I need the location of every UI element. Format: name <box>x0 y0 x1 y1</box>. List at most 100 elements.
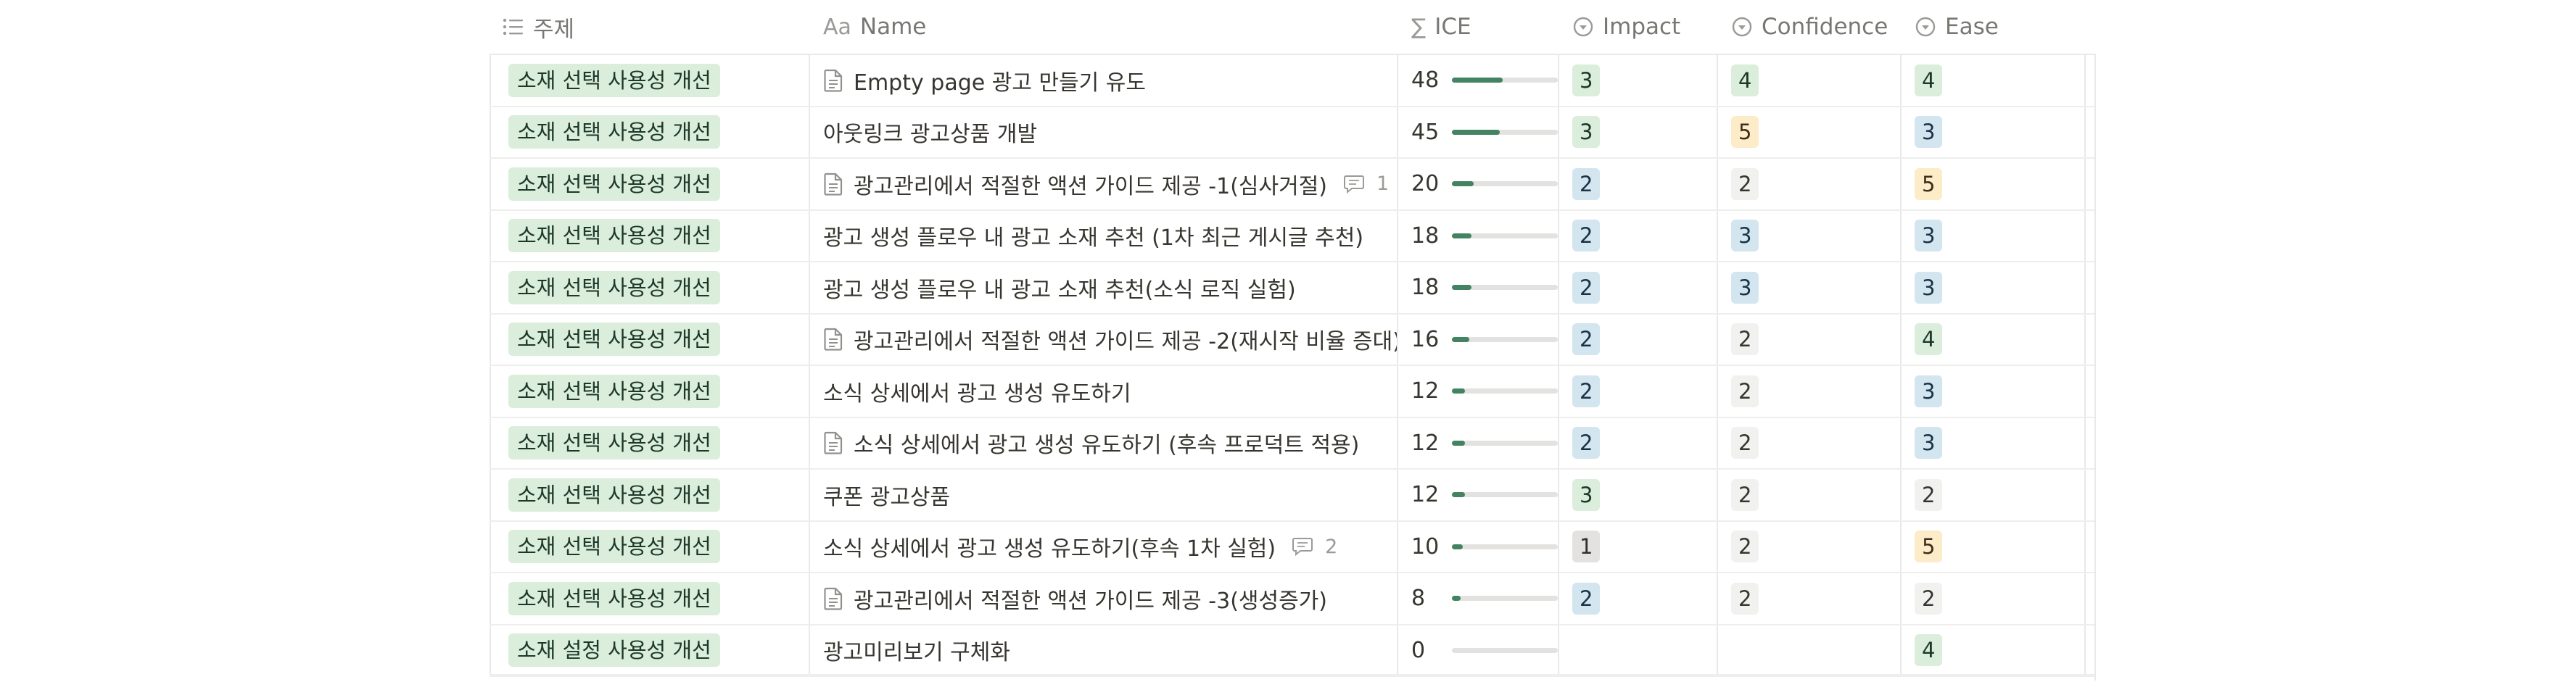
name-cell[interactable]: Empty page 광고 만들기 유도 <box>810 55 1398 106</box>
ease-cell[interactable]: 3 <box>1902 210 2086 261</box>
column-header-ice[interactable]: ∑ ICE <box>1398 0 1559 54</box>
ease-cell[interactable]: 4 <box>1902 55 2086 106</box>
ease-cell[interactable]: 5 <box>1902 159 2086 209</box>
table-row[interactable]: 소재 선택 사용성 개선 쿠폰 광고상품 12 3 2 2 <box>490 470 2094 522</box>
row-name[interactable]: Empty page 광고 만들기 유도 <box>823 65 1146 96</box>
topic-cell[interactable]: 소재 선택 사용성 개선 <box>490 314 810 365</box>
column-header-impact[interactable]: Impact <box>1559 0 1718 54</box>
impact-cell[interactable]: 3 <box>1559 107 1718 157</box>
topic-cell[interactable]: 소재 선택 사용성 개선 <box>490 470 810 520</box>
name-cell[interactable]: 아웃링크 광고상품 개발 <box>810 107 1398 157</box>
impact-cell[interactable]: 3 <box>1559 55 1718 106</box>
row-name[interactable]: 광고 생성 플로우 내 광고 소재 추천 (1차 최근 게시글 추천) <box>823 220 1363 251</box>
ice-cell[interactable]: 48 <box>1398 55 1559 106</box>
table-row[interactable]: 소재 선택 사용성 개선 광고관리에서 적절한 액션 가이드 제공 -3(생성증가… <box>490 573 2094 625</box>
ease-cell[interactable]: 3 <box>1902 262 2086 313</box>
impact-cell[interactable] <box>1559 625 1718 675</box>
topic-cell[interactable]: 소재 선택 사용성 개선 <box>490 55 810 106</box>
ice-cell[interactable]: 8 <box>1398 573 1559 624</box>
confidence-cell[interactable] <box>1718 625 1902 675</box>
row-name[interactable]: 광고 생성 플로우 내 광고 소재 추천(소식 로직 실험) <box>823 272 1296 304</box>
name-cell[interactable]: 광고관리에서 적절한 액션 가이드 제공 -3(생성증가) <box>810 573 1398 624</box>
confidence-cell[interactable]: 3 <box>1718 262 1902 313</box>
topic-cell[interactable]: 소재 선택 사용성 개선 <box>490 417 810 468</box>
table-row[interactable]: 소재 선택 사용성 개선 광고관리에서 적절한 액션 가이드 제공 -1(심사거절… <box>490 159 2094 211</box>
ice-cell[interactable]: 18 <box>1398 262 1559 313</box>
confidence-cell[interactable]: 2 <box>1718 366 1902 417</box>
ease-cell[interactable]: 2 <box>1902 573 2086 624</box>
ice-cell[interactable]: 45 <box>1398 107 1559 157</box>
table-row[interactable]: 소재 설정 사용성 개선 광고미리보기 구체화 0 4 <box>490 625 2094 677</box>
row-name[interactable]: 광고관리에서 적절한 액션 가이드 제공 -3(생성증가) <box>823 583 1327 615</box>
impact-cell[interactable]: 3 <box>1559 470 1718 520</box>
confidence-cell[interactable]: 2 <box>1718 314 1902 365</box>
row-name[interactable]: 소식 상세에서 광고 생성 유도하기 (후속 프로덕트 적용) <box>823 427 1359 459</box>
comment-count[interactable]: 2 <box>1292 536 1337 558</box>
name-cell[interactable]: 광고 생성 플로우 내 광고 소재 추천 (1차 최근 게시글 추천) <box>810 210 1398 261</box>
row-name[interactable]: 쿠폰 광고상품 <box>823 479 950 511</box>
column-header-ease[interactable]: Ease <box>1902 0 2086 54</box>
ice-cell[interactable]: 20 <box>1398 159 1559 209</box>
topic-cell[interactable]: 소재 선택 사용성 개선 <box>490 366 810 417</box>
topic-cell[interactable]: 소재 선택 사용성 개선 <box>490 210 810 261</box>
ease-cell[interactable]: 3 <box>1902 366 2086 417</box>
confidence-cell[interactable]: 2 <box>1718 573 1902 624</box>
impact-cell[interactable]: 2 <box>1559 573 1718 624</box>
topic-cell[interactable]: 소재 선택 사용성 개선 <box>490 573 810 624</box>
confidence-cell[interactable]: 4 <box>1718 55 1902 106</box>
confidence-cell[interactable]: 2 <box>1718 521 1902 572</box>
table-row[interactable]: 소재 선택 사용성 개선 광고관리에서 적절한 액션 가이드 제공 -2(재시작 … <box>490 314 2094 366</box>
name-cell[interactable]: 광고관리에서 적절한 액션 가이드 제공 -2(재시작 비율 증대) <box>810 314 1398 365</box>
ice-cell[interactable]: 10 <box>1398 521 1559 572</box>
name-cell[interactable]: 소식 상세에서 광고 생성 유도하기(후속 1차 실험) 2 <box>810 521 1398 572</box>
table-row[interactable]: 소재 선택 사용성 개선 소식 상세에서 광고 생성 유도하기 12 2 2 3 <box>490 366 2094 418</box>
confidence-cell[interactable]: 2 <box>1718 417 1902 468</box>
row-name[interactable]: 광고관리에서 적절한 액션 가이드 제공 -1(심사거절) 1 <box>823 168 1389 200</box>
ease-cell[interactable]: 3 <box>1902 417 2086 468</box>
impact-cell[interactable]: 2 <box>1559 210 1718 261</box>
table-row[interactable]: 소재 선택 사용성 개선 광고 생성 플로우 내 광고 소재 추천(소식 로직 실… <box>490 262 2094 315</box>
column-header-topic[interactable]: 주제 <box>490 0 810 54</box>
column-header-confidence[interactable]: Confidence <box>1718 0 1902 54</box>
row-name[interactable]: 소식 상세에서 광고 생성 유도하기 <box>823 375 1131 407</box>
impact-cell[interactable]: 1 <box>1559 521 1718 572</box>
ease-cell[interactable]: 5 <box>1902 521 2086 572</box>
table-row[interactable]: 소재 선택 사용성 개선 Empty page 광고 만들기 유도 48 3 4 4 <box>490 55 2094 107</box>
name-cell[interactable]: 쿠폰 광고상품 <box>810 470 1398 520</box>
table-row[interactable]: 소재 선택 사용성 개선 광고 생성 플로우 내 광고 소재 추천 (1차 최근 … <box>490 210 2094 262</box>
impact-cell[interactable]: 2 <box>1559 262 1718 313</box>
ice-cell[interactable]: 16 <box>1398 314 1559 365</box>
name-cell[interactable]: 광고 생성 플로우 내 광고 소재 추천(소식 로직 실험) <box>810 262 1398 313</box>
topic-cell[interactable]: 소재 설정 사용성 개선 <box>490 625 810 675</box>
topic-cell[interactable]: 소재 선택 사용성 개선 <box>490 159 810 209</box>
row-name[interactable]: 광고관리에서 적절한 액션 가이드 제공 -2(재시작 비율 증대) <box>823 323 1397 355</box>
row-name[interactable]: 아웃링크 광고상품 개발 <box>823 116 1037 148</box>
ice-cell[interactable]: 12 <box>1398 366 1559 417</box>
name-cell[interactable]: 광고관리에서 적절한 액션 가이드 제공 -1(심사거절) 1 <box>810 159 1398 209</box>
confidence-cell[interactable]: 3 <box>1718 210 1902 261</box>
impact-cell[interactable]: 2 <box>1559 159 1718 209</box>
topic-cell[interactable]: 소재 선택 사용성 개선 <box>490 262 810 313</box>
ease-cell[interactable]: 3 <box>1902 107 2086 157</box>
row-name[interactable]: 광고미리보기 구체화 <box>823 634 1010 666</box>
topic-cell[interactable]: 소재 선택 사용성 개선 <box>490 521 810 572</box>
table-row[interactable]: 소재 선택 사용성 개선 소식 상세에서 광고 생성 유도하기 (후속 프로덕트 … <box>490 417 2094 470</box>
confidence-cell[interactable]: 2 <box>1718 470 1902 520</box>
name-cell[interactable]: 소식 상세에서 광고 생성 유도하기 (후속 프로덕트 적용) <box>810 417 1398 468</box>
ice-cell[interactable]: 12 <box>1398 417 1559 468</box>
name-cell[interactable]: 광고미리보기 구체화 <box>810 625 1398 675</box>
impact-cell[interactable]: 2 <box>1559 366 1718 417</box>
table-row[interactable]: 소재 선택 사용성 개선 아웃링크 광고상품 개발 45 3 5 3 <box>490 107 2094 159</box>
impact-cell[interactable]: 2 <box>1559 314 1718 365</box>
comment-count[interactable]: 1 <box>1343 172 1389 195</box>
ice-cell[interactable]: 12 <box>1398 470 1559 520</box>
ice-cell[interactable]: 0 <box>1398 625 1559 675</box>
row-name[interactable]: 소식 상세에서 광고 생성 유도하기(후속 1차 실험) 2 <box>823 531 1337 562</box>
ease-cell[interactable]: 2 <box>1902 470 2086 520</box>
ease-cell[interactable]: 4 <box>1902 625 2086 675</box>
topic-cell[interactable]: 소재 선택 사용성 개선 <box>490 107 810 157</box>
table-row[interactable]: 소재 선택 사용성 개선 소식 상세에서 광고 생성 유도하기(후속 1차 실험)… <box>490 521 2094 573</box>
column-header-name[interactable]: Aa Name <box>810 0 1398 54</box>
name-cell[interactable]: 소식 상세에서 광고 생성 유도하기 <box>810 366 1398 417</box>
impact-cell[interactable]: 2 <box>1559 417 1718 468</box>
